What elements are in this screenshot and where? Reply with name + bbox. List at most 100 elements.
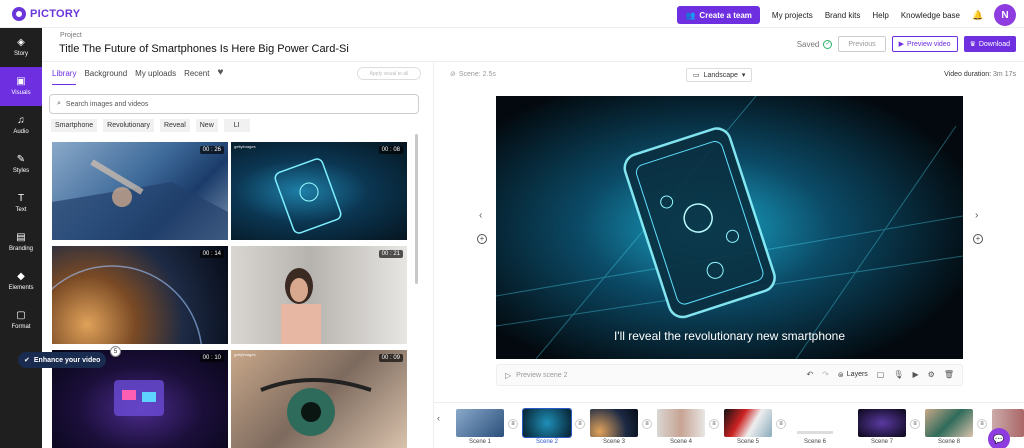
thumb-art xyxy=(52,159,228,240)
orientation-dropdown[interactable]: ▭ Landscape ▾ xyxy=(686,68,753,82)
download-label: Download xyxy=(978,40,1010,48)
add-scene-after-icon[interactable]: + xyxy=(973,234,983,244)
trash-icon[interactable]: 🗑 xyxy=(944,370,954,379)
scene-label: Scene 7 xyxy=(870,439,894,445)
chevron-right-icon[interactable]: › xyxy=(975,210,978,221)
media-thumb[interactable]: 00 : 26 xyxy=(52,142,228,240)
sidebar-item-text[interactable]: T Text xyxy=(0,184,42,223)
chat-icon[interactable]: 💬 xyxy=(988,428,1010,448)
scene-toolbar: ▷ Preview scene 2 ↶ ↷ ⊜ Layers ▢ 🎙 ▶ ⚙ 🗑 xyxy=(496,364,963,386)
create-team-button[interactable]: 👥 Create a team xyxy=(677,6,760,24)
sidebar-item-label: Visuals xyxy=(11,90,31,96)
media-thumb[interactable]: 00 : 14 xyxy=(52,246,228,344)
pictory-logo[interactable]: PICTORY xyxy=(12,6,81,21)
avatar[interactable]: N xyxy=(994,4,1016,26)
layers-icon[interactable]: ≡ xyxy=(910,419,920,429)
top-nav: 👥 Create a team My projects Brand kits H… xyxy=(677,4,1016,26)
saved-status: Saved ✓ xyxy=(797,39,833,49)
download-button[interactable]: ♛ Download xyxy=(963,36,1016,52)
project-title[interactable]: Title The Future of Smartphones Is Here … xyxy=(59,43,349,55)
video-duration: Video duration: 3m 17s xyxy=(944,71,1016,78)
search-input[interactable]: ⌕ Search images and videos xyxy=(49,94,419,114)
enhance-video-button[interactable]: ✔ Enhance your video xyxy=(18,352,107,368)
scene-thumb-3[interactable]: Scene 3 xyxy=(590,409,638,445)
redo-icon[interactable]: ↷ xyxy=(822,370,829,379)
scene-thumb-1[interactable]: Scene 1 xyxy=(456,409,504,445)
scene-thumb-6[interactable]: Scene 6 xyxy=(791,409,839,445)
chip-new[interactable]: New xyxy=(195,119,218,132)
sidebar-item-audio[interactable]: ♫ Audio xyxy=(0,106,42,145)
layers-icon[interactable]: ≡ xyxy=(642,419,652,429)
scene-thumb-2[interactable]: Scene 2 xyxy=(522,408,572,445)
layers-icon[interactable]: ≡ xyxy=(575,419,585,429)
undo-icon[interactable]: ↶ xyxy=(807,370,814,379)
media-thumb[interactable]: 00 : 21 xyxy=(231,246,407,344)
media-thumb[interactable]: gettyimages 00 : 09 xyxy=(231,350,407,448)
nav-knowledge-base[interactable]: Knowledge base xyxy=(901,11,960,20)
caption-icon[interactable]: ▢ xyxy=(877,370,885,379)
scene-thumb-8[interactable]: Scene 8 xyxy=(925,409,973,445)
microphone-icon[interactable]: 🎙 xyxy=(893,370,903,379)
library-scrollbar[interactable] xyxy=(415,134,419,434)
nav-help[interactable]: Help xyxy=(872,11,888,20)
previous-button[interactable]: Previous xyxy=(838,36,886,52)
scene-preview xyxy=(456,409,504,437)
tab-my-uploads[interactable]: My uploads xyxy=(135,69,176,85)
bell-icon[interactable]: 🔔 xyxy=(972,10,983,20)
scene-duration[interactable]: ⊘ Scene: 2.5s xyxy=(450,70,496,79)
scene-preview xyxy=(590,409,638,437)
scene-thumb-4[interactable]: Scene 4 xyxy=(657,409,705,445)
sidebar-item-story[interactable]: ◈ Story xyxy=(0,28,42,67)
scene-label: Scene 5 xyxy=(736,439,760,445)
chip-smartphone[interactable]: Smartphone xyxy=(51,119,98,132)
media-icon[interactable]: ▶ xyxy=(913,370,919,379)
layers-icon[interactable]: ≡ xyxy=(977,419,987,429)
top-bar: PICTORY 👥 Create a team My projects Bran… xyxy=(0,0,1024,28)
scene-thumb-5[interactable]: Scene 5 xyxy=(724,409,772,445)
scene-preview xyxy=(724,409,772,437)
sidebar-item-format[interactable]: ▢ Format xyxy=(0,301,42,340)
sidebar-item-styles[interactable]: ✎ Styles xyxy=(0,145,42,184)
scene-preview xyxy=(657,409,705,437)
media-thumb[interactable]: gettyimages 00 : 08 xyxy=(231,142,407,240)
layers-icon: ◈ xyxy=(17,37,25,48)
chevron-left-icon[interactable]: ‹ xyxy=(479,210,482,221)
tab-library[interactable]: Library xyxy=(52,69,77,85)
tab-recent[interactable]: Recent xyxy=(184,69,209,85)
sidebar-item-elements[interactable]: ◆ Elements xyxy=(0,262,42,301)
text-icon: T xyxy=(17,193,25,204)
sidebar-item-branding[interactable]: ▤ Branding xyxy=(0,223,42,262)
chip-li[interactable]: LI xyxy=(223,119,250,132)
layers-icon[interactable]: ≡ xyxy=(776,419,786,429)
preview-video-button[interactable]: ▶ Preview video xyxy=(891,36,958,52)
logo-text: PICTORY xyxy=(30,7,81,20)
tab-background[interactable]: Background xyxy=(84,69,127,85)
chip-reveal[interactable]: Reveal xyxy=(159,119,190,132)
scrollbar-thumb[interactable] xyxy=(415,134,418,284)
layers-icon[interactable]: ≡ xyxy=(508,419,518,429)
preview-video-label: Preview video xyxy=(907,40,951,48)
scene-thumb-7[interactable]: Scene 7 xyxy=(858,409,906,445)
preview-scene-button[interactable]: ▷ Preview scene 2 xyxy=(505,371,568,380)
add-scene-before-icon[interactable]: + xyxy=(477,234,487,244)
apply-visual-to-all-button[interactable]: Apply visual to all xyxy=(357,67,421,80)
project-bar: Project Title The Future of Smartphones … xyxy=(42,28,1024,62)
nav-brand-kits[interactable]: Brand kits xyxy=(825,11,861,20)
settings-icon[interactable]: ⚙ xyxy=(928,370,935,379)
nav-my-projects[interactable]: My projects xyxy=(772,11,813,20)
scene-canvas[interactable]: I'll reveal the revolutionary new smartp… xyxy=(496,96,963,359)
search-icon: ⌕ xyxy=(57,100,61,107)
thumb-art xyxy=(274,158,342,234)
layers-icon[interactable]: ≡ xyxy=(709,419,719,429)
layers-button[interactable]: ⊜ Layers xyxy=(838,371,868,379)
heart-icon[interactable]: ♥ xyxy=(217,68,223,85)
layers-icon: ⊜ xyxy=(837,371,844,379)
scene-caption[interactable]: I'll reveal the revolutionary new smartp… xyxy=(496,329,963,343)
sidebar-item-visuals[interactable]: ▣ Visuals xyxy=(0,67,42,106)
preview-scene-label: Preview scene 2 xyxy=(516,372,568,379)
chevron-left-icon[interactable]: ‹ xyxy=(437,413,440,423)
toolbar-actions: ↶ ↷ ⊜ Layers ▢ 🎙 ▶ ⚙ 🗑 xyxy=(807,370,955,379)
chip-revolutionary[interactable]: Revolutionary xyxy=(103,119,154,132)
getty-watermark: gettyimages xyxy=(234,144,256,149)
duration-badge: 00 : 14 xyxy=(199,250,224,258)
